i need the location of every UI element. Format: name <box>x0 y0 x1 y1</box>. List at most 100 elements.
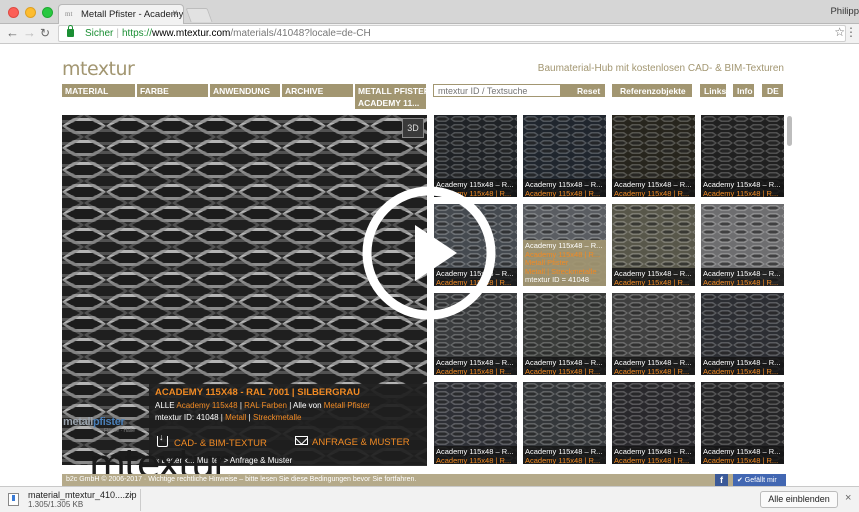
site-logo[interactable]: mtextur <box>62 58 135 80</box>
link-streckmetalle[interactable]: Streckmetalle <box>253 413 301 422</box>
hover-line: Metall Pfister <box>525 259 569 267</box>
hover-line: Academy 115x48 – R... <box>525 242 603 250</box>
referenzobjekte-button[interactable]: Referenzobjekte <box>612 84 692 97</box>
nav-farbe[interactable]: FARBE <box>137 84 208 97</box>
texture-thumbnail[interactable]: Academy 115x48 – R... Academy 115x48 | R.… <box>701 204 784 286</box>
texture-thumbnail[interactable]: Academy 115x48 – R... Academy 115x48 | R.… <box>612 115 695 197</box>
nav-archive[interactable]: ARCHIVE <box>282 84 353 97</box>
profile-name[interactable]: Philipp <box>830 6 859 17</box>
thumbnail-title: Academy 115x48 – R... <box>525 180 603 189</box>
hover-line: mtextur ID = 41048 <box>525 276 589 284</box>
thumbnail-label: Academy 115x48 – R... Academy 115x48 | R.… <box>701 179 784 197</box>
browser-menu-icon[interactable]: ⋮ <box>845 25 857 39</box>
nav-metall-pfister[interactable]: METALL PFISTER <box>355 84 430 97</box>
tab-close-icon[interactable]: × <box>172 8 178 19</box>
thumbnail-label: Academy 115x48 – R... Academy 115x48 | R.… <box>434 446 517 464</box>
link-metall[interactable]: Metall <box>225 413 246 422</box>
texture-thumbnail[interactable]: Academy 115x48 – R... Academy 115x48 | R.… <box>701 382 784 464</box>
thumbnail-label: Academy 115x48 – R... Academy 115x48 | R.… <box>523 357 606 375</box>
close-download-bar-icon[interactable]: × <box>845 492 851 504</box>
mp-logo-subtitle: Fläche · Halle <box>104 428 135 434</box>
chevron-up-icon[interactable]: ^ <box>129 492 133 502</box>
thumbnail-subtitle: Academy 115x48 | R... <box>614 367 690 375</box>
download-file-size: 1.305/1.305 KB <box>28 500 84 509</box>
thumbnail-subtitle: Academy 115x48 | R... <box>525 456 601 464</box>
url-host: www.mtextur.com <box>151 28 231 39</box>
facebook-like-button[interactable]: ✔ Gefällt mir <box>733 474 786 486</box>
texture-thumbnail[interactable]: Academy 115x48 – R... Academy 115x48 | R.… <box>523 204 606 286</box>
thumbnail-title: Academy 115x48 – R... <box>703 358 781 367</box>
link-academy[interactable]: Academy 115x48 <box>176 401 237 410</box>
texture-thumbnail[interactable]: Academy 115x48 – R... Academy 115x48 | R.… <box>612 293 695 375</box>
mp-logo-part-a: metall <box>63 416 93 428</box>
forward-arrow-icon[interactable]: → <box>23 26 36 40</box>
search-input[interactable] <box>433 84 561 97</box>
nav-academy[interactable]: ACADEMY 11... <box>355 97 426 109</box>
browser-toolbar: ← → ↻ Sicher | https://www.mtextur.com/mat… <box>0 24 859 44</box>
show-all-downloads-button[interactable]: Alle einblenden <box>760 491 838 508</box>
3d-view-button[interactable]: 3D <box>402 118 424 138</box>
thumbnail-label: Academy 115x48 – R... Academy 115x48 | R.… <box>701 268 784 286</box>
thumbnail-label: Academy 115x48 – R... Academy 115x48 | R.… <box>523 179 606 197</box>
material-title: ACADEMY 115X48 - RAL 7001 | SILBERGRAU <box>155 387 361 398</box>
close-window-button[interactable] <box>8 7 19 18</box>
address-bar[interactable]: Sicher | https://www.mtextur.com/materials… <box>58 25 846 42</box>
nav-anwendung[interactable]: ANWENDUNG <box>210 84 280 97</box>
thumbnail-label: Academy 115x48 – R... Academy 115x48 | R.… <box>612 446 695 464</box>
texture-thumbnail[interactable]: Academy 115x48 – R... Academy 115x48 | R.… <box>523 293 606 375</box>
secure-label: Sicher <box>85 28 114 39</box>
texture-thumbnail[interactable]: Academy 115x48 – R... Academy 115x48 | R.… <box>612 382 695 464</box>
metall-pfister-logo[interactable]: metallpfister <box>63 416 125 428</box>
url-separator: | <box>116 28 119 39</box>
facebook-icon[interactable]: f <box>715 474 728 486</box>
request-sample-button[interactable]: ANFRAGE & MUSTER <box>295 436 410 448</box>
thumbnail-subtitle: Academy 115x48 | R... <box>614 456 690 464</box>
maximize-window-button[interactable] <box>42 7 53 18</box>
thumbnail-title: Academy 115x48 – R... <box>525 447 603 456</box>
browser-tabbar: mt Metall Pfister - Academy 115x48 × Phi… <box>0 0 859 24</box>
texture-thumbnail[interactable]: Academy 115x48 – R... Academy 115x48 | R.… <box>523 382 606 464</box>
download-file-name[interactable]: material_mtextur_410....zip <box>28 490 137 500</box>
thumbnail-title: Academy 115x48 – R... <box>614 180 692 189</box>
texture-thumbnail[interactable]: Academy 115x48 – R... Academy 115x48 | R.… <box>523 115 606 197</box>
mail-icon <box>295 436 308 445</box>
bookmark-star-icon[interactable]: ☆ <box>834 25 845 39</box>
thumbnail-subtitle: Academy 115x48 | R... <box>703 189 779 197</box>
new-tab-button[interactable] <box>185 8 213 22</box>
hover-line: Academy 115x48 | R... <box>525 250 601 259</box>
link-ral-farben[interactable]: RAL Farben <box>244 401 287 410</box>
line2-prefix: mtextur ID: 41048 | <box>155 413 226 422</box>
material-line-1: ALLE Academy 115x48 | RAL Farben | Alle … <box>155 401 421 410</box>
texture-thumbnail[interactable]: Academy 115x48 – R... Academy 115x48 | R.… <box>612 204 695 286</box>
line1-prefix: ALLE <box>155 401 177 410</box>
minimize-window-button[interactable] <box>25 7 36 18</box>
thumbnail-label: Academy 115x48 – R... Academy 115x48 | R.… <box>701 357 784 375</box>
reload-icon[interactable]: ↻ <box>40 26 50 40</box>
back-arrow-icon[interactable]: ← <box>6 26 19 40</box>
line1-sep2: | Alle von <box>286 401 324 410</box>
nav-material[interactable]: MATERIAL <box>62 84 135 97</box>
links-button[interactable]: Links <box>700 84 726 97</box>
site-tagline: Baumaterial-Hub mit kostenlosen CAD- & B… <box>537 63 784 74</box>
thumbnail-subtitle: Academy 115x48 | R... <box>525 367 601 375</box>
download-divider <box>140 489 141 511</box>
info-button[interactable]: Info <box>733 84 754 97</box>
texture-thumbnail[interactable]: Academy 115x48 – R... Academy 115x48 | R.… <box>701 293 784 375</box>
play-icon[interactable] <box>361 185 497 321</box>
texture-thumbnail[interactable]: Academy 115x48 – R... Academy 115x48 | R.… <box>434 382 517 464</box>
thumbnail-label: Academy 115x48 – R... Academy 115x48 | R.… <box>612 179 695 197</box>
reset-button[interactable]: Reset <box>561 84 605 97</box>
page-scrollbar[interactable] <box>787 116 792 146</box>
language-button[interactable]: DE <box>762 84 783 97</box>
thumbnail-label: Academy 115x48 – R... Academy 115x48 | R.… <box>612 357 695 375</box>
texture-thumbnail[interactable]: Academy 115x48 – R... Academy 115x48 | R.… <box>701 115 784 197</box>
request-sample-label: ANFRAGE & MUSTER <box>312 437 410 448</box>
thumbnail-subtitle: Academy 115x48 | R... <box>703 456 779 464</box>
browser-tab[interactable]: mt Metall Pfister - Academy 115x48 × <box>58 4 184 24</box>
thumbnail-label: Academy 115x48 – R... Academy 115x48 | R.… <box>612 268 695 286</box>
material-line-2: mtextur ID: 41048 | Metall | Streckmetal… <box>155 413 421 422</box>
url-scheme: https:// <box>121 28 152 39</box>
thumbnail-title: Academy 115x48 – R... <box>436 447 514 456</box>
tab-title: Metall Pfister - Academy 115x48 <box>81 9 184 20</box>
link-metall-pfister[interactable]: Metall Pfister <box>324 401 370 410</box>
